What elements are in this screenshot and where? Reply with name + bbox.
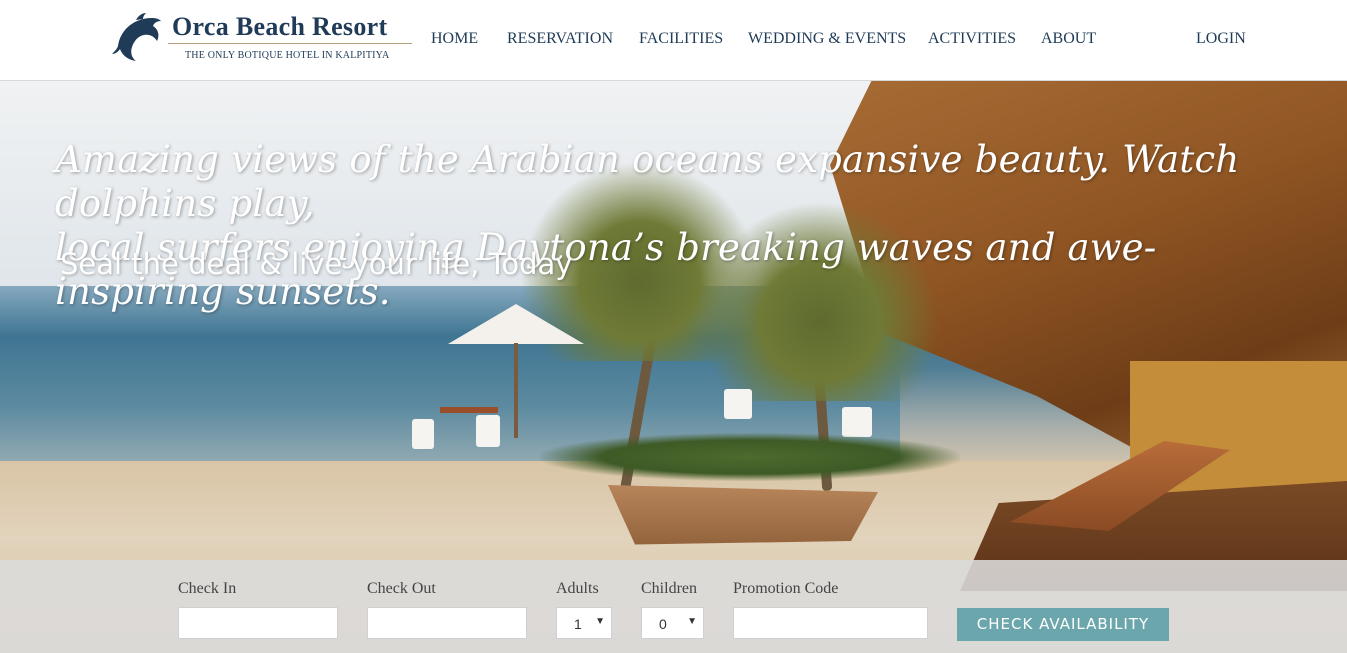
beach-chair-image bbox=[476, 415, 500, 447]
brand-divider bbox=[168, 43, 412, 44]
children-label: Children bbox=[641, 580, 697, 597]
nav-item-reservation[interactable]: RESERVATION bbox=[507, 30, 613, 48]
nav-item-about[interactable]: ABOUT bbox=[1041, 30, 1096, 48]
hero-headline-line-1: Amazing views of the Arabian oceans expa… bbox=[55, 138, 1240, 225]
adults-value: 1 bbox=[574, 616, 582, 632]
nav-item-wedding-events[interactable]: WEDDING & EVENTS bbox=[748, 30, 906, 48]
adults-select[interactable]: 1 ▼ bbox=[556, 607, 612, 639]
nav-item-login[interactable]: LOGIN bbox=[1196, 30, 1246, 48]
beach-chair-image bbox=[724, 389, 752, 419]
chevron-down-icon: ▼ bbox=[687, 616, 697, 627]
promo-code-label: Promotion Code bbox=[733, 580, 839, 597]
brand-name: Orca Beach Resort bbox=[172, 12, 388, 41]
garden-shrubs-image bbox=[540, 433, 960, 481]
nav-item-home[interactable]: HOME bbox=[431, 30, 478, 48]
dolphin-icon bbox=[112, 13, 161, 61]
brand-logo[interactable]: Orca Beach Resort THE ONLY BOTIQUE HOTEL… bbox=[112, 12, 414, 64]
children-select[interactable]: 0 ▼ bbox=[641, 607, 704, 639]
check-out-field[interactable] bbox=[367, 607, 527, 639]
check-in-field[interactable] bbox=[178, 607, 338, 639]
children-value: 0 bbox=[659, 616, 667, 632]
check-out-label: Check Out bbox=[367, 580, 436, 597]
site-header: Orca Beach Resort THE ONLY BOTIQUE HOTEL… bbox=[0, 0, 1347, 81]
check-in-label: Check In bbox=[178, 580, 237, 597]
chevron-down-icon: ▼ bbox=[595, 616, 605, 627]
nav-item-facilities[interactable]: FACILITIES bbox=[639, 30, 723, 48]
beach-chair-image bbox=[412, 419, 434, 449]
booking-form: Check In Check Out Adults 1 ▼ Children 0… bbox=[0, 560, 1347, 653]
brand-tagline: THE ONLY BOTIQUE HOTEL IN KALPITIYA bbox=[185, 50, 390, 61]
umbrella-pole bbox=[514, 343, 518, 438]
beach-table-image bbox=[440, 407, 498, 413]
check-availability-button[interactable]: CHECK AVAILABILITY bbox=[957, 608, 1169, 641]
adults-label: Adults bbox=[556, 580, 599, 597]
nav-item-activities[interactable]: ACTIVITIES bbox=[928, 30, 1016, 48]
hero-subline: Seal the deal & live your life, Today bbox=[60, 247, 573, 281]
promo-code-field[interactable] bbox=[733, 607, 928, 639]
hero-headline: Amazing views of the Arabian oceans expa… bbox=[55, 138, 1255, 314]
